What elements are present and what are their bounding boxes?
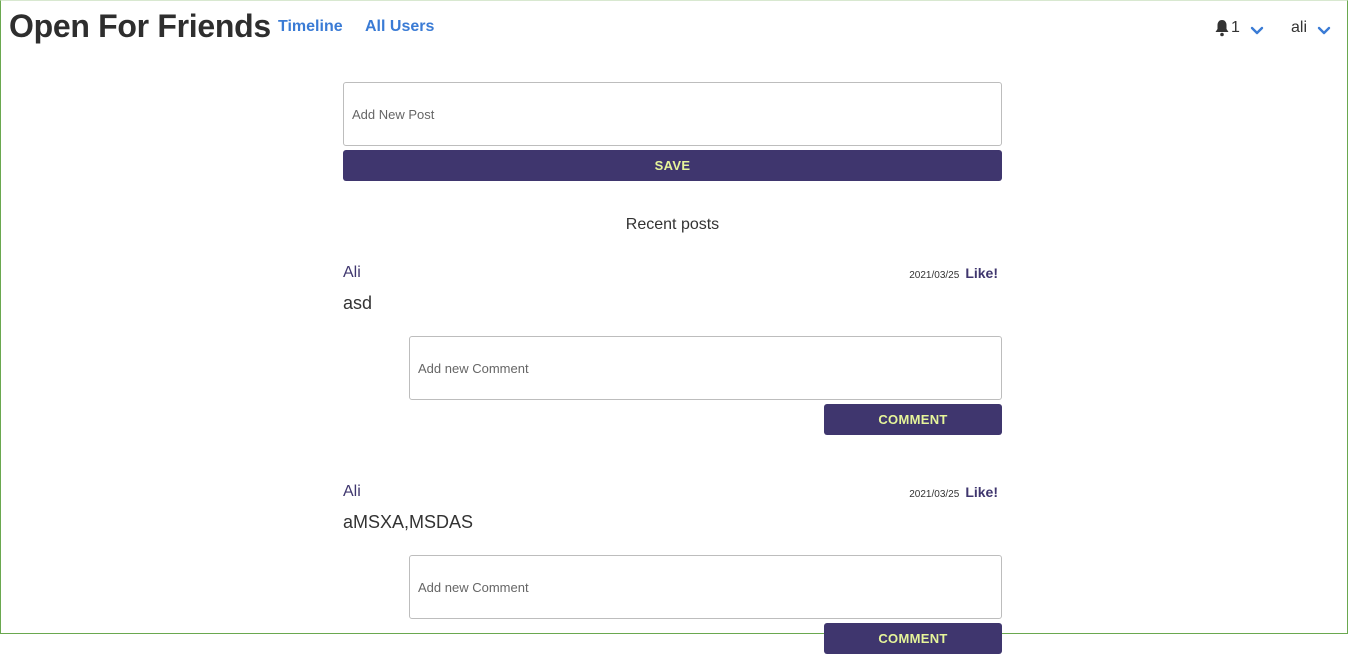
app-brand[interactable]: Open For Friends xyxy=(9,8,271,45)
save-post-button[interactable]: SAVE xyxy=(343,150,1002,181)
chevron-down-icon xyxy=(1317,23,1331,35)
recent-posts-heading: Recent posts xyxy=(625,216,720,233)
post-date: 2021/03/25 xyxy=(909,270,960,281)
post-author[interactable]: Ali xyxy=(343,264,361,282)
post-author[interactable]: Ali xyxy=(343,483,361,501)
post-meta: 2021/03/25 Like! xyxy=(909,265,998,281)
chevron-down-icon xyxy=(1250,23,1264,35)
post-body: aMSXA,MSDAS xyxy=(343,512,474,532)
comment-input[interactable] xyxy=(409,555,1002,619)
user-menu-dropdown[interactable]: ali xyxy=(1291,17,1331,39)
notifications-dropdown[interactable]: 1 xyxy=(1214,17,1264,39)
bell-icon xyxy=(1214,19,1230,37)
post-meta: 2021/03/25 Like! xyxy=(909,484,998,500)
new-post-input[interactable] xyxy=(343,82,1002,146)
user-name: ali xyxy=(1291,19,1308,36)
comment-input[interactable] xyxy=(409,336,1002,400)
comment-button[interactable]: COMMENT xyxy=(824,623,1002,654)
like-button[interactable]: Like! xyxy=(965,484,998,500)
post-date: 2021/03/25 xyxy=(909,489,960,500)
comment-button[interactable]: COMMENT xyxy=(824,404,1002,435)
nav-all-users-link[interactable]: All Users xyxy=(365,18,434,36)
like-button[interactable]: Like! xyxy=(965,265,998,281)
top-navbar: Open For Friends Timeline All Users 1 al… xyxy=(1,1,1347,55)
post-body: asd xyxy=(343,293,373,313)
timeline-main: SAVE Recent posts Ali 2021/03/25 Like! a… xyxy=(343,82,1002,654)
nav-timeline-link[interactable]: Timeline xyxy=(278,18,343,36)
notification-count: 1 xyxy=(1231,19,1240,36)
